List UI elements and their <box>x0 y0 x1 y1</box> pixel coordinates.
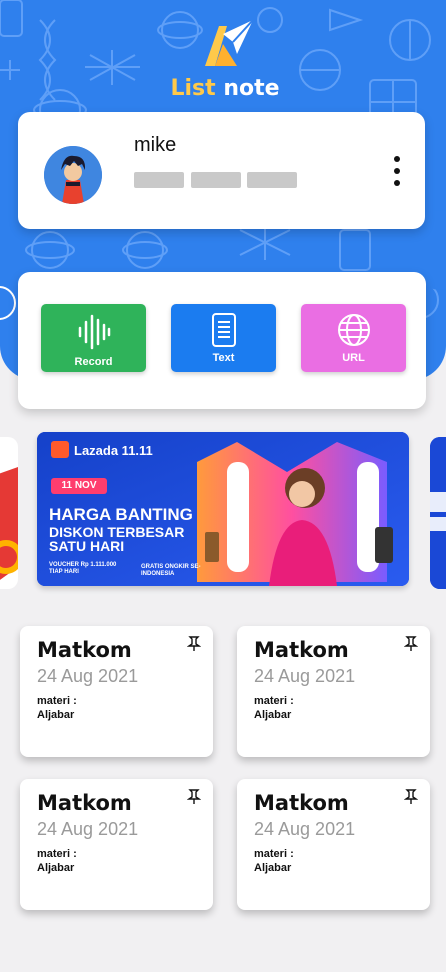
list-note-logo-icon <box>205 19 254 66</box>
text-label: Text <box>212 352 235 364</box>
note-card[interactable]: Matkom 24 Aug 2021 materi : Aljabar <box>20 779 213 910</box>
note-date: 24 Aug 2021 <box>254 666 356 686</box>
note-preview: materi : <box>37 695 77 707</box>
note-preview: materi : <box>37 848 77 860</box>
carousel-next-slide[interactable] <box>430 437 446 589</box>
note-preview: Aljabar <box>254 862 292 874</box>
note-preview: materi : <box>254 695 294 707</box>
dot-icon <box>394 168 400 174</box>
note-date: 24 Aug 2021 <box>37 819 139 839</box>
promo-shipping-text: GRATIS ONGKIR SE-INDONESIA <box>141 564 201 577</box>
pin-icon[interactable] <box>187 636 201 652</box>
note-preview: Aljabar <box>254 709 292 721</box>
app-title: List note <box>160 76 290 101</box>
document-icon <box>211 313 236 347</box>
profile-card: mike <box>18 112 425 229</box>
dot-icon <box>394 156 400 162</box>
text-button[interactable]: Text <box>171 304 276 372</box>
soundwave-icon <box>78 314 110 350</box>
note-card[interactable]: Matkom 24 Aug 2021 materi : Aljabar <box>20 626 213 757</box>
promo-voucher-text: VOUCHER Rp 1.111.000 TIAP HARI <box>49 562 117 575</box>
app-logo: List note <box>160 14 290 106</box>
promo-subheadline-2: SATU HARI <box>49 538 125 554</box>
note-title: Matkom <box>37 791 132 815</box>
avatar-image <box>44 146 102 204</box>
note-title: Matkom <box>254 791 349 815</box>
avatar[interactable] <box>44 146 102 204</box>
promo-date-badge: 11 NOV <box>51 478 107 494</box>
pin-icon[interactable] <box>404 636 418 652</box>
app-title-part1: List <box>170 76 216 101</box>
globe-icon <box>337 314 370 346</box>
lazada-brand: Lazada 11.11 <box>74 443 153 458</box>
next-slide-art <box>430 437 446 589</box>
record-label: Record <box>74 356 113 368</box>
app-title-part2: note <box>223 76 280 101</box>
note-date: 24 Aug 2021 <box>37 666 139 686</box>
profile-placeholder <box>134 172 184 188</box>
note-card[interactable]: Matkom 24 Aug 2021 materi : Aljabar <box>237 626 430 757</box>
note-title: Matkom <box>37 638 132 662</box>
note-preview: Aljabar <box>37 709 75 721</box>
lazada-logo: Lazada 11.11 <box>51 441 153 458</box>
note-preview: Aljabar <box>37 862 75 874</box>
more-options-button[interactable] <box>384 152 410 192</box>
note-date: 24 Aug 2021 <box>254 819 356 839</box>
note-preview: materi : <box>254 848 294 860</box>
promo-banner[interactable]: Lazada 11.11 11 NOV HARGA BANTING DISKON… <box>37 432 409 586</box>
create-note-card: Record Text URL <box>18 272 426 409</box>
record-button[interactable]: Record <box>41 304 146 372</box>
prev-slide-art <box>0 467 18 580</box>
carousel-prev-slide[interactable] <box>0 437 18 589</box>
url-label: URL <box>342 352 365 364</box>
note-title: Matkom <box>254 638 349 662</box>
profile-name: mike <box>134 134 177 156</box>
dot-icon <box>394 180 400 186</box>
lazada-heart-icon <box>51 441 69 458</box>
pin-icon[interactable] <box>187 789 201 805</box>
note-card[interactable]: Matkom 24 Aug 2021 materi : Aljabar <box>237 779 430 910</box>
promo-headline: HARGA BANTING <box>49 505 193 524</box>
profile-placeholder <box>191 172 241 188</box>
pin-icon[interactable] <box>404 789 418 805</box>
url-button[interactable]: URL <box>301 304 406 372</box>
profile-placeholder <box>247 172 297 188</box>
